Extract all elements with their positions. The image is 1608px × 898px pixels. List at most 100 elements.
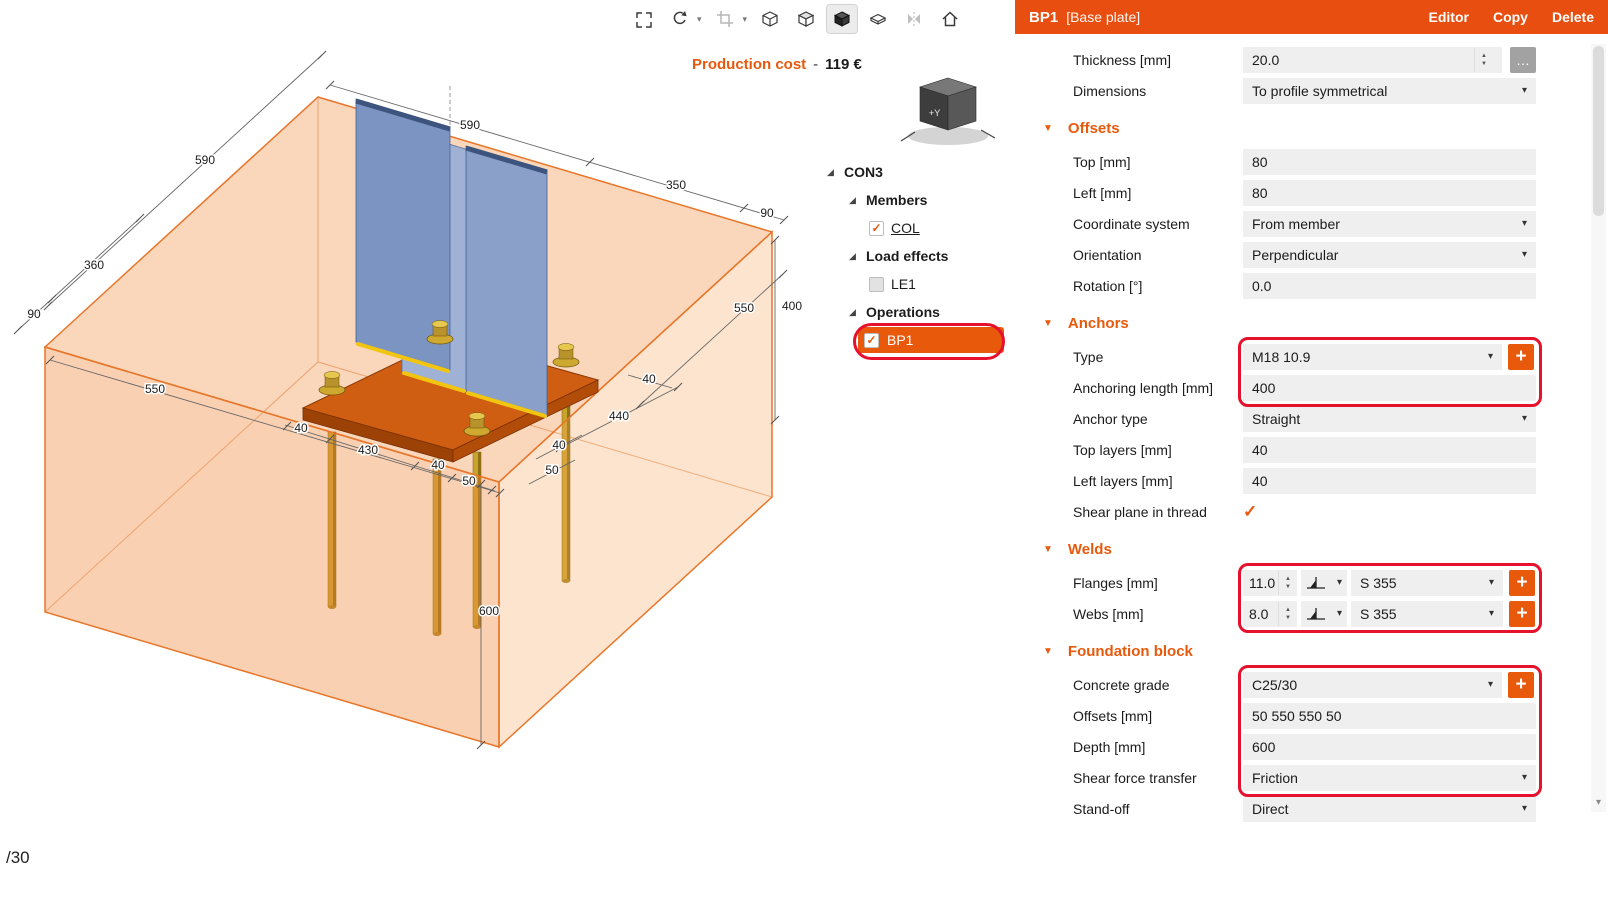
- bp1-label[interactable]: BP1: [887, 332, 913, 348]
- tree-expander-icon[interactable]: ◢: [849, 251, 859, 262]
- rotate-options-chevron[interactable]: ▾: [697, 14, 702, 25]
- collapse-icon[interactable]: ▼: [1043, 318, 1053, 329]
- anchor-type-grade-row: Type M18 10.9 ▾ +: [1015, 341, 1608, 372]
- tree-item-le1[interactable]: LE1: [815, 270, 1011, 298]
- cube-hidden-lines-icon: [797, 11, 815, 27]
- wireframe-view-button[interactable]: [755, 5, 785, 33]
- column-front-flange[interactable]: [465, 145, 548, 416]
- thickness-more-button[interactable]: …: [1510, 46, 1536, 73]
- delete-button[interactable]: Delete: [1552, 9, 1594, 25]
- top-offset-input[interactable]: 80: [1243, 148, 1536, 175]
- scrollbar-down-arrow[interactable]: ▾: [1591, 792, 1606, 812]
- viewport-3d[interactable]: 590 590 350 90 360 90 550 550 400 40 440…: [0, 0, 1016, 898]
- chevron-down-icon: ▾: [1488, 577, 1494, 588]
- fit-view-button[interactable]: [628, 5, 658, 33]
- tree-item-col[interactable]: ✓ COL: [815, 214, 1011, 242]
- section-offsets[interactable]: ▼ Offsets: [1015, 110, 1608, 146]
- tree-item-load-effects[interactable]: ◢ Load effects: [815, 242, 1011, 270]
- rotate-view-button[interactable]: [664, 5, 694, 33]
- spinner-down-icon[interactable]: ▼: [1285, 584, 1291, 590]
- panel-scrollbar[interactable]: ▾: [1591, 44, 1606, 812]
- block-offsets-input[interactable]: 50 550 550 50: [1243, 702, 1536, 729]
- web-weld-type-select[interactable]: ▾: [1301, 600, 1347, 627]
- section-options-chevron[interactable]: ▾: [743, 14, 748, 25]
- production-cost-separator: -: [813, 56, 819, 73]
- flange-weld-size-input[interactable]: 11.0 ▲ ▼: [1243, 569, 1297, 596]
- left-layers-input[interactable]: 40: [1243, 467, 1536, 494]
- bp1-checkbox[interactable]: ✓: [864, 332, 879, 348]
- mirror-view-button[interactable]: [899, 5, 929, 33]
- solid-view-button[interactable]: [826, 4, 859, 34]
- collapse-icon[interactable]: ▼: [1043, 544, 1053, 555]
- web-weld-size-input[interactable]: 8.0 ▲ ▼: [1243, 600, 1297, 627]
- add-flange-weld-button[interactable]: +: [1509, 569, 1535, 596]
- collapse-icon[interactable]: ▼: [1043, 646, 1053, 657]
- coordinate-system-select[interactable]: From member ▾: [1243, 210, 1536, 237]
- flange-weld-material-select[interactable]: S 355 ▾: [1351, 569, 1503, 596]
- spinner-down-icon[interactable]: ▼: [1285, 615, 1291, 621]
- tree-item-bp1[interactable]: ✓ BP1: [815, 326, 1011, 354]
- col-checkbox[interactable]: ✓: [869, 220, 884, 236]
- add-anchor-type-button[interactable]: +: [1508, 343, 1534, 370]
- orientation-select[interactable]: Perpendicular ▾: [1243, 241, 1536, 268]
- plate-view-button[interactable]: [863, 5, 893, 33]
- shear-plane-label: Shear plane in thread: [1073, 503, 1207, 520]
- depth-input[interactable]: 600: [1243, 733, 1536, 760]
- scrollbar-thumb[interactable]: [1593, 46, 1604, 216]
- tree-expander-icon[interactable]: ◢: [849, 195, 859, 206]
- home-view-button[interactable]: [935, 5, 965, 33]
- thickness-input[interactable]: 20.0 ▲ ▼: [1243, 46, 1502, 73]
- thickness-spinner[interactable]: ▲ ▼: [1474, 47, 1493, 72]
- shear-force-transfer-select[interactable]: Friction ▾: [1243, 764, 1536, 791]
- add-web-weld-button[interactable]: +: [1509, 600, 1535, 627]
- section-view-icon: [716, 11, 733, 27]
- tree-item-members[interactable]: ◢ Members: [815, 186, 1011, 214]
- section-anchors[interactable]: ▼ Anchors: [1015, 305, 1608, 341]
- add-concrete-grade-button[interactable]: +: [1508, 671, 1534, 698]
- col-label[interactable]: COL: [891, 220, 920, 236]
- flange-weld-type-select[interactable]: ▾: [1301, 569, 1347, 596]
- le1-checkbox[interactable]: [869, 276, 884, 292]
- concrete-grade-select[interactable]: C25/30 ▾: [1243, 671, 1502, 698]
- anchor-shape-select[interactable]: Straight ▾: [1243, 405, 1536, 432]
- section-view-button[interactable]: [710, 5, 740, 33]
- dimensions-select[interactable]: To profile symmetrical ▾: [1243, 77, 1536, 104]
- anchor-type-grade-select[interactable]: M18 10.9 ▾: [1243, 343, 1502, 370]
- production-cost-value: 119 €: [825, 56, 862, 73]
- svg-text:400: 400: [782, 299, 802, 313]
- shear-plane-checkbox[interactable]: ✓: [1243, 502, 1257, 522]
- le1-label[interactable]: LE1: [891, 276, 916, 292]
- spinner-up-icon[interactable]: ▲: [1285, 576, 1291, 582]
- navigation-cube[interactable]: +Y: [893, 72, 1003, 157]
- bp1-selected-row[interactable]: ✓ BP1: [858, 327, 1004, 353]
- web-weld-spinner[interactable]: ▲ ▼: [1278, 601, 1297, 626]
- panel-subtitle: [Base plate]: [1066, 9, 1141, 25]
- dimensions-row: Dimensions To profile symmetrical ▾: [1015, 75, 1608, 106]
- section-welds[interactable]: ▼ Welds: [1015, 531, 1608, 567]
- section-foundation-block[interactable]: ▼ Foundation block: [1015, 633, 1608, 669]
- web-weld-material-select[interactable]: S 355 ▾: [1351, 600, 1503, 627]
- scene-canvas[interactable]: 590 590 350 90 360 90 550 550 400 40 440…: [0, 0, 1015, 898]
- block-offsets-label: Offsets [mm]: [1073, 707, 1153, 724]
- anchoring-length-input[interactable]: 400: [1243, 374, 1536, 401]
- tree-item-con3[interactable]: ◢ CON3: [815, 158, 1011, 186]
- spinner-up-icon[interactable]: ▲: [1481, 53, 1487, 59]
- left-offset-input[interactable]: 80: [1243, 179, 1536, 206]
- hidden-lines-view-button[interactable]: [791, 5, 821, 33]
- panel-title: BP1: [1029, 8, 1059, 26]
- flange-weld-spinner[interactable]: ▲ ▼: [1278, 570, 1297, 595]
- tree-item-operations[interactable]: ◢ Operations: [815, 298, 1011, 326]
- top-layers-input[interactable]: 40: [1243, 436, 1536, 463]
- copy-button[interactable]: Copy: [1493, 9, 1528, 25]
- concrete-grade-row: Concrete grade C25/30 ▾ +: [1015, 669, 1608, 700]
- spinner-up-icon[interactable]: ▲: [1285, 607, 1291, 613]
- editor-button[interactable]: Editor: [1429, 9, 1469, 25]
- spinner-down-icon[interactable]: ▼: [1481, 61, 1487, 67]
- tree-expander-icon[interactable]: ◢: [849, 307, 859, 318]
- top-layers-row: Top layers [mm] 40: [1015, 434, 1608, 465]
- rotation-input[interactable]: 0.0: [1243, 272, 1536, 299]
- collapse-icon[interactable]: ▼: [1043, 123, 1053, 134]
- svg-text:440: 440: [609, 409, 629, 423]
- stand-off-select[interactable]: Direct ▾: [1243, 795, 1536, 822]
- tree-expander-icon[interactable]: ◢: [827, 167, 837, 178]
